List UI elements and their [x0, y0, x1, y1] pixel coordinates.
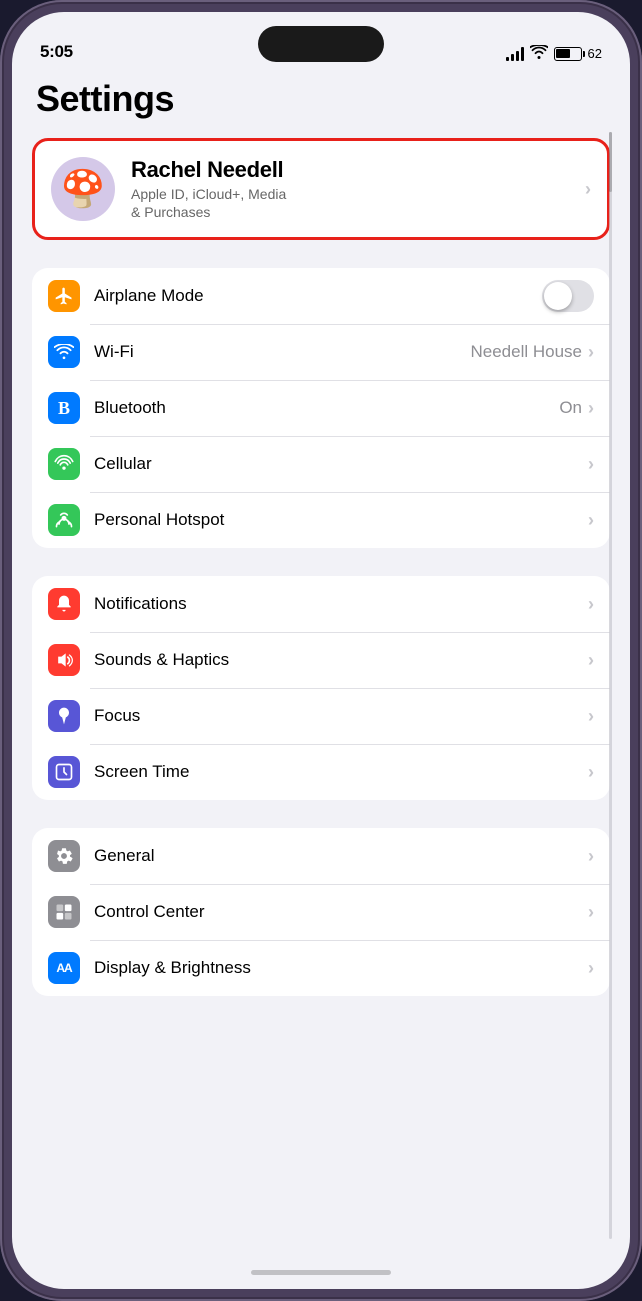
cellular-icon: [48, 448, 80, 480]
display-brightness-icon: AA: [48, 952, 80, 984]
general-row[interactable]: General ›: [32, 828, 610, 884]
sounds-haptics-icon: [48, 644, 80, 676]
notifications-row[interactable]: Notifications ›: [32, 576, 610, 632]
signal-strength-icon: [506, 47, 524, 61]
focus-row[interactable]: Focus ›: [32, 688, 610, 744]
general-group: General › Control Center ›: [32, 828, 610, 996]
scroll-thumb: [609, 132, 612, 192]
cellular-label: Cellular: [94, 454, 574, 474]
profile-subtitle: Apple ID, iCloud+, Media& Purchases: [131, 185, 569, 221]
battery-fill: [556, 49, 570, 58]
scroll-content[interactable]: Settings 🍄 Rachel Needell Apple ID, iClo…: [12, 70, 630, 1255]
screen-time-chevron-icon: ›: [588, 762, 594, 783]
cellular-row[interactable]: Cellular ›: [32, 436, 610, 492]
scroll-track: [609, 132, 612, 1239]
focus-icon: [48, 700, 80, 732]
cellular-chevron-icon: ›: [588, 454, 594, 475]
notifications-group: Notifications › Sounds & Haptics ›: [32, 576, 610, 800]
wifi-right: Needell House ›: [470, 342, 594, 363]
notifications-icon: [48, 588, 80, 620]
focus-chevron-icon: ›: [588, 706, 594, 727]
personal-hotspot-label: Personal Hotspot: [94, 510, 574, 530]
screen-time-label: Screen Time: [94, 762, 574, 782]
battery-icon: [554, 47, 582, 61]
display-brightness-chevron-icon: ›: [588, 958, 594, 979]
general-label: General: [94, 846, 574, 866]
airplane-mode-row[interactable]: Airplane Mode: [32, 268, 610, 324]
bluetooth-value: On: [559, 398, 582, 418]
connectivity-group: Airplane Mode Wi-Fi: [32, 268, 610, 548]
display-brightness-row[interactable]: AA Display & Brightness ›: [32, 940, 610, 996]
page-title: Settings: [32, 78, 610, 120]
control-center-label: Control Center: [94, 902, 574, 922]
bluetooth-chevron-icon: ›: [588, 398, 594, 419]
battery-percent: 62: [588, 46, 602, 61]
profile-name: Rachel Needell: [131, 157, 569, 183]
bluetooth-right: On ›: [559, 398, 594, 419]
screen-time-row[interactable]: Screen Time ›: [32, 744, 610, 800]
bluetooth-label: Bluetooth: [94, 398, 545, 418]
wifi-value: Needell House: [470, 342, 582, 362]
sounds-haptics-row[interactable]: Sounds & Haptics ›: [32, 632, 610, 688]
phone-shell: 5:05: [0, 0, 642, 1301]
wifi-row[interactable]: Wi-Fi Needell House ›: [32, 324, 610, 380]
control-center-icon: [48, 896, 80, 928]
personal-hotspot-row[interactable]: Personal Hotspot ›: [32, 492, 610, 548]
dynamic-island: [258, 26, 384, 62]
airplane-mode-icon: [48, 280, 80, 312]
wifi-label: Wi-Fi: [94, 342, 456, 362]
display-brightness-label: Display & Brightness: [94, 958, 574, 978]
profile-card[interactable]: 🍄 Rachel Needell Apple ID, iCloud+, Medi…: [32, 138, 610, 240]
personal-hotspot-icon: [48, 504, 80, 536]
notifications-chevron-icon: ›: [588, 594, 594, 615]
status-time: 5:05: [40, 42, 73, 62]
wifi-chevron-icon: ›: [588, 342, 594, 363]
general-icon: [48, 840, 80, 872]
control-center-chevron-icon: ›: [588, 902, 594, 923]
home-bar: [251, 1270, 391, 1275]
status-icons: 62: [506, 45, 602, 62]
bluetooth-row[interactable]: B Bluetooth On ›: [32, 380, 610, 436]
screen-time-icon: [48, 756, 80, 788]
wifi-icon: [48, 336, 80, 368]
home-indicator: [12, 1255, 630, 1289]
focus-label: Focus: [94, 706, 574, 726]
phone-screen: 5:05: [12, 12, 630, 1289]
wifi-status-icon: [530, 45, 548, 62]
bluetooth-icon: B: [48, 392, 80, 424]
personal-hotspot-chevron-icon: ›: [588, 510, 594, 531]
notifications-label: Notifications: [94, 594, 574, 614]
airplane-mode-label: Airplane Mode: [94, 286, 528, 306]
profile-chevron-icon: ›: [585, 179, 591, 200]
avatar: 🍄: [51, 157, 115, 221]
general-chevron-icon: ›: [588, 846, 594, 867]
sounds-haptics-chevron-icon: ›: [588, 650, 594, 671]
profile-info: Rachel Needell Apple ID, iCloud+, Media&…: [131, 157, 569, 221]
control-center-row[interactable]: Control Center ›: [32, 884, 610, 940]
airplane-mode-toggle[interactable]: [542, 280, 594, 312]
sounds-haptics-label: Sounds & Haptics: [94, 650, 574, 670]
